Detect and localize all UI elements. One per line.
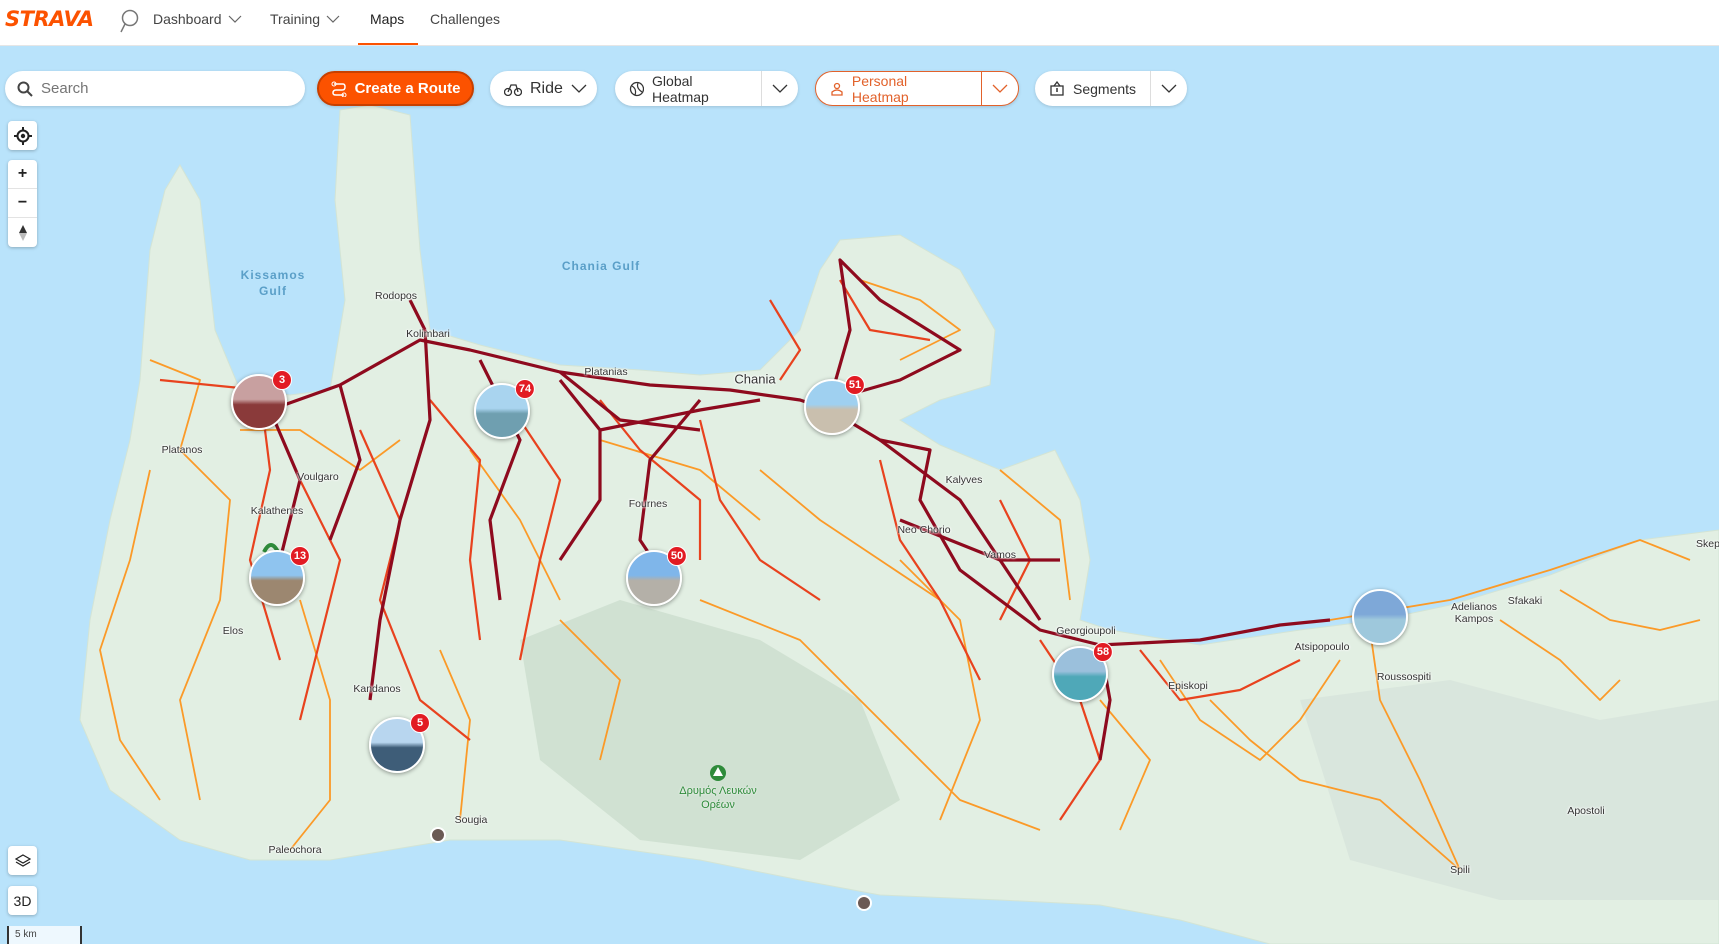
segments-toggle[interactable]: Segments [1035, 71, 1150, 106]
top-navigation: STRAVA Dashboard Training Maps Challenge… [0, 0, 1719, 46]
nav-training-label: Training [270, 11, 321, 27]
place-label: Voulgaro [297, 471, 339, 483]
global-heatmap-options[interactable] [762, 71, 798, 106]
place-label: Platanias [584, 366, 628, 378]
chevron-down-icon [1161, 84, 1177, 93]
place-label: Kalyves [945, 474, 983, 486]
global-heatmap-label: Global Heatmap [652, 72, 709, 105]
personal-heatmap-toggle[interactable]: Personal Heatmap [816, 72, 981, 105]
segments-control: Segments [1035, 71, 1187, 106]
place-label: Atsipopoulo [1294, 641, 1350, 653]
place-label: Apostoli [1567, 805, 1605, 817]
bike-icon [504, 83, 522, 96]
poi-icon[interactable] [430, 827, 446, 843]
place-label: Chania [734, 371, 776, 387]
nav-training[interactable]: Training [270, 9, 340, 29]
nav-challenges-label: Challenges [430, 11, 501, 27]
place-label: Kolimbari [406, 328, 450, 340]
segment-icon [1050, 80, 1064, 96]
tree-icon [710, 765, 726, 781]
search-icon[interactable] [118, 8, 140, 34]
compass-button[interactable] [8, 218, 37, 247]
globe-icon [629, 81, 645, 96]
place-label: Georgioupoli [1056, 625, 1116, 637]
place-label: Kalathenes [250, 505, 304, 517]
poi-icon[interactable] [856, 895, 872, 911]
create-route-label: Create a Route [354, 80, 461, 97]
chevron-down-icon [772, 84, 788, 93]
map-canvas[interactable] [0, 0, 1719, 944]
park-label-line: Ορέων [701, 799, 735, 811]
segments-options[interactable] [1151, 71, 1187, 106]
segments-label: Segments [1073, 80, 1137, 97]
place-label: Adelianos [1450, 601, 1498, 613]
nav-maps-label: Maps [370, 11, 405, 27]
zoom-in-button[interactable]: + [8, 160, 37, 189]
active-tab-indicator [358, 43, 418, 45]
photo-count-badge: 3 [272, 370, 292, 390]
place-label: Rodopos [374, 290, 418, 302]
place-label: Fournes [628, 498, 668, 510]
place-label: Kandanos [353, 683, 401, 695]
photo-count-badge: 5 [410, 713, 430, 733]
water-label-line: Gulf [258, 284, 287, 298]
photo-cluster-lighthouse[interactable] [1352, 589, 1408, 645]
search-icon [17, 81, 33, 97]
sport-type-dropdown[interactable]: Ride [490, 71, 597, 106]
place-label: Episkopi [1168, 680, 1208, 692]
water-label-kissamos-gulf: Kissamos Gulf [241, 267, 306, 299]
place-label: Paleochora [268, 844, 322, 856]
park-label: Δρυμός Λευκών Ορέων [679, 784, 757, 812]
place-label: Sougia [454, 814, 488, 826]
nav-challenges[interactable]: Challenges [430, 9, 500, 29]
park-label-line: Δρυμός Λευκών [679, 785, 757, 797]
personal-heatmap-control: Personal Heatmap [815, 71, 1019, 106]
place-label: Elos [222, 625, 244, 637]
map-layers-button[interactable] [8, 846, 37, 875]
water-label-chania-gulf: Chania Gulf [561, 259, 641, 273]
locate-icon [13, 126, 32, 145]
place-label: Sfakaki [1507, 595, 1543, 607]
global-heatmap-toggle[interactable]: Global Heatmap [615, 71, 761, 106]
zoom-controls: + − [8, 160, 37, 247]
personal-heatmap-label: Personal Heatmap [851, 72, 909, 105]
zoom-out-button[interactable]: − [8, 189, 37, 218]
layers-icon [14, 853, 31, 867]
personal-heatmap-options[interactable] [982, 72, 1018, 105]
nav-dashboard-label: Dashboard [153, 11, 222, 27]
create-route-button[interactable]: Create a Route [317, 71, 474, 106]
strava-logo[interactable]: STRAVA [5, 7, 94, 31]
route-icon [331, 81, 347, 97]
compass-icon [18, 224, 27, 241]
chevron-down-icon [228, 15, 241, 23]
sport-type-label: Ride [530, 79, 563, 97]
place-label: Neo Chorio [897, 524, 951, 536]
nav-maps[interactable]: Maps [370, 9, 404, 29]
nav-dashboard[interactable]: Dashboard [153, 9, 242, 29]
chevron-down-icon [326, 15, 340, 23]
chevron-down-icon [571, 84, 587, 93]
place-label: Spili [1450, 864, 1470, 876]
place-label: Skep [1696, 538, 1719, 550]
water-label-line: Kissamos [240, 268, 306, 282]
place-label: Roussospiti [1376, 671, 1432, 683]
search-input[interactable] [41, 80, 281, 97]
place-label: Platanos [161, 444, 203, 456]
map-scale: 5 km [7, 926, 82, 944]
person-icon [831, 82, 843, 96]
search-field[interactable] [5, 71, 305, 106]
3d-toggle-button[interactable]: 3D [8, 886, 37, 915]
global-heatmap-control: Global Heatmap [615, 71, 798, 106]
place-label: Kampos [1454, 613, 1494, 625]
chevron-down-icon [992, 84, 1008, 93]
locate-me-button[interactable] [8, 121, 37, 150]
place-label: Vamos [984, 549, 1016, 561]
